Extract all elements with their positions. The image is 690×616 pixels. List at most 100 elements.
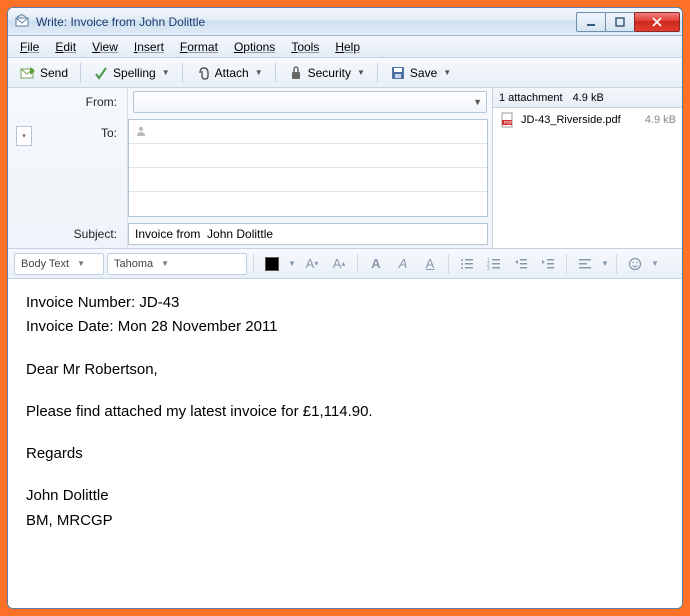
- attach-label: Attach: [215, 66, 249, 80]
- format-toolbar: Body Text ▼ Tahoma ▼ ▼ A▾ A▴ A A A 123 ▼…: [8, 249, 682, 279]
- font-dropdown[interactable]: Tahoma ▼: [107, 253, 247, 275]
- text-color-button[interactable]: [260, 253, 284, 275]
- body-line: Dear Mr Robertson,: [26, 360, 664, 380]
- send-button[interactable]: Send: [12, 61, 76, 85]
- toolbar: Send Spelling ▼ Attach ▼ Security ▼ Save…: [8, 58, 682, 88]
- paragraph-style-value: Body Text: [21, 258, 69, 270]
- chevron-down-icon: ▼: [161, 259, 169, 268]
- menu-insert[interactable]: Insert: [126, 38, 172, 56]
- from-field: ▼: [128, 88, 492, 116]
- menu-help[interactable]: Help: [327, 38, 368, 56]
- italic-button[interactable]: A: [391, 253, 415, 275]
- separator: [253, 254, 254, 274]
- separator: [80, 63, 81, 83]
- separator: [357, 254, 358, 274]
- menu-edit[interactable]: Edit: [47, 38, 84, 56]
- chevron-down-icon: ▼: [473, 97, 482, 107]
- save-icon: [390, 65, 406, 81]
- attachment-size: 4.9 kB: [645, 114, 676, 126]
- save-button[interactable]: Save ▼: [382, 61, 459, 85]
- security-button[interactable]: Security ▼: [280, 61, 373, 85]
- menu-file[interactable]: File: [12, 38, 47, 56]
- body-line: Invoice Number: JD-43: [26, 293, 664, 313]
- chevron-down-icon: ▼: [162, 68, 170, 77]
- minimize-button[interactable]: [576, 12, 606, 32]
- maximize-button[interactable]: [605, 12, 635, 32]
- save-label: Save: [410, 66, 437, 80]
- recipient-row[interactable]: [129, 168, 487, 192]
- menu-format[interactable]: Format: [172, 38, 226, 56]
- compose-fields: From: ▼ ▾ To: Subject:: [8, 88, 492, 248]
- chevron-down-icon: ▼: [443, 68, 451, 77]
- svg-text:PDF: PDF: [504, 120, 513, 125]
- font-size-decrease-button[interactable]: A▾: [300, 253, 324, 275]
- attachments-header: 1 attachment 4.9 kB: [493, 88, 682, 108]
- chevron-down-icon: ▼: [255, 68, 263, 77]
- attach-button[interactable]: Attach ▼: [187, 61, 271, 85]
- to-label-cell: ▾ To:: [8, 116, 128, 220]
- attachment-name: JD-43_Riverside.pdf: [521, 114, 621, 126]
- menu-tools[interactable]: Tools: [283, 38, 327, 56]
- lock-icon: [288, 65, 304, 81]
- underline-button[interactable]: A: [418, 253, 442, 275]
- app-icon: [14, 14, 30, 30]
- from-dropdown[interactable]: ▼: [133, 91, 487, 113]
- message-body[interactable]: Invoice Number: JD-43 Invoice Date: Mon …: [8, 279, 682, 608]
- chevron-down-icon: ▼: [357, 68, 365, 77]
- compose-window: Write: Invoice from John Dolittle File E…: [7, 7, 683, 609]
- recipient-row[interactable]: [129, 192, 487, 216]
- menu-options[interactable]: Options: [226, 38, 283, 56]
- chevron-down-icon: ▼: [77, 259, 85, 268]
- font-size-increase-button[interactable]: A▴: [327, 253, 351, 275]
- body-line: BM, MRCGP: [26, 511, 664, 531]
- subject-field-wrap: [128, 220, 492, 248]
- from-label: From:: [8, 88, 128, 116]
- pdf-icon: PDF: [499, 112, 515, 128]
- recipient-type-dropdown[interactable]: ▾: [16, 126, 32, 146]
- recipient-row[interactable]: [129, 144, 487, 168]
- contact-icon: [135, 125, 149, 139]
- subject-input[interactable]: [128, 223, 488, 245]
- separator: [275, 63, 276, 83]
- recipient-row[interactable]: [129, 120, 487, 144]
- outdent-button[interactable]: [509, 253, 533, 275]
- subject-label: Subject:: [8, 220, 128, 248]
- align-dropdown[interactable]: ▼: [600, 253, 610, 275]
- menu-view[interactable]: View: [84, 38, 126, 56]
- attachment-item[interactable]: PDF JD-43_Riverside.pdf 4.9 kB: [493, 108, 682, 132]
- body-line: Invoice Date: Mon 28 November 2011: [26, 317, 664, 337]
- indent-button[interactable]: [536, 253, 560, 275]
- spelling-icon: [93, 65, 109, 81]
- send-label: Send: [40, 66, 68, 80]
- text-color-dropdown[interactable]: ▼: [287, 253, 297, 275]
- align-button[interactable]: [573, 253, 597, 275]
- send-icon: [20, 65, 36, 81]
- window-title: Write: Invoice from John Dolittle: [36, 15, 576, 29]
- bullet-list-button[interactable]: [455, 253, 479, 275]
- spelling-button[interactable]: Spelling ▼: [85, 61, 178, 85]
- body-line: Regards: [26, 444, 664, 464]
- menubar: File Edit View Insert Format Options Too…: [8, 36, 682, 58]
- header-area: From: ▼ ▾ To: Subject:: [8, 88, 682, 249]
- body-line: John Dolittle: [26, 486, 664, 506]
- separator: [182, 63, 183, 83]
- separator: [616, 254, 617, 274]
- attachments-pane: 1 attachment 4.9 kB PDF JD-43_Riverside.…: [492, 88, 682, 248]
- attach-icon: [195, 65, 211, 81]
- emoji-dropdown[interactable]: ▼: [650, 253, 660, 275]
- body-line: Please find attached my latest invoice f…: [26, 402, 664, 422]
- window-controls: [576, 12, 680, 32]
- bold-button[interactable]: A: [364, 253, 388, 275]
- spelling-label: Spelling: [113, 66, 156, 80]
- numbered-list-button[interactable]: 123: [482, 253, 506, 275]
- color-swatch: [265, 257, 279, 271]
- to-label: To:: [101, 122, 117, 140]
- emoji-button[interactable]: [623, 253, 647, 275]
- attachments-count: 1 attachment: [499, 92, 563, 104]
- paragraph-style-dropdown[interactable]: Body Text ▼: [14, 253, 104, 275]
- svg-text:3: 3: [487, 266, 490, 271]
- to-field[interactable]: [128, 119, 488, 217]
- security-label: Security: [308, 66, 351, 80]
- close-button[interactable]: [634, 12, 680, 32]
- separator: [448, 254, 449, 274]
